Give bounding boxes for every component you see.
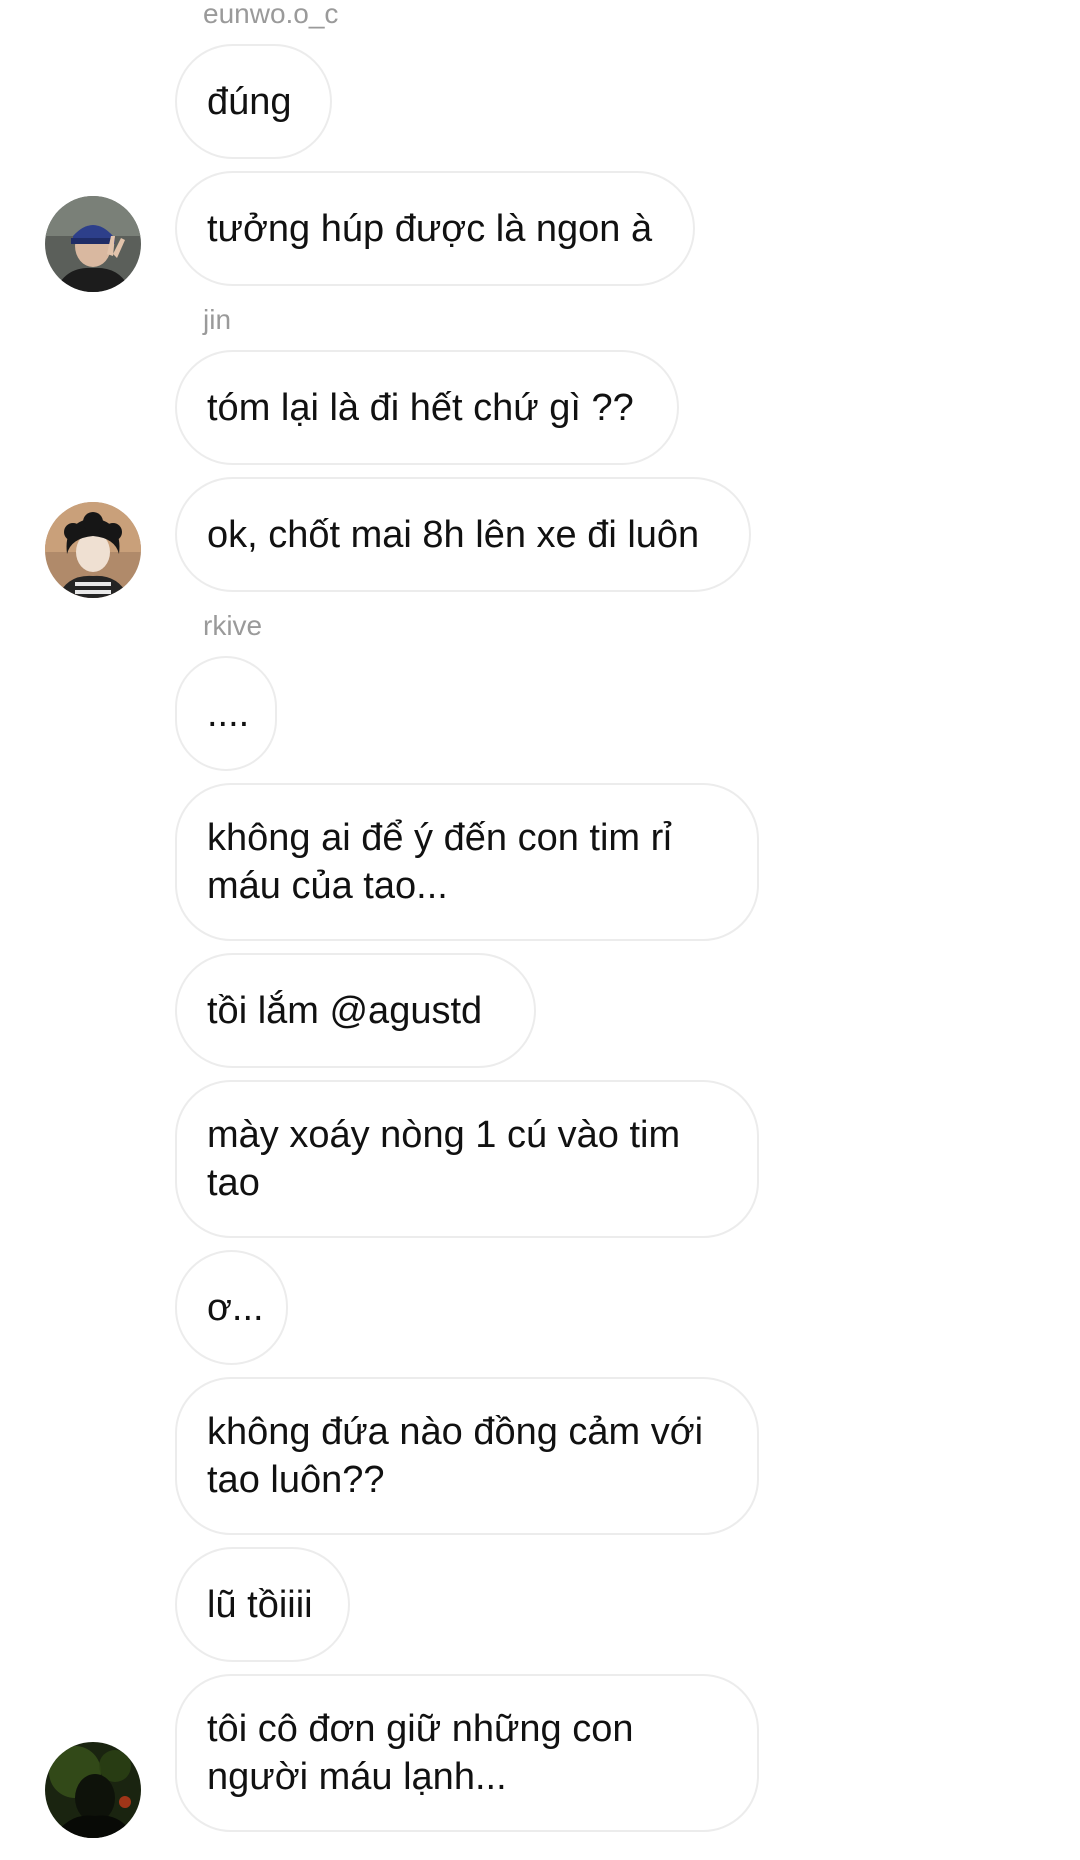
message-bubble[interactable]: đúng — [175, 44, 332, 159]
message-text: lũ tồiiii — [207, 1583, 313, 1626]
message-bubble[interactable]: tôi cô đơn giữ những con người máu lạnh.… — [175, 1674, 759, 1832]
message-bubble[interactable]: tồi lắm @agustd — [175, 953, 536, 1068]
message-bubble[interactable]: không đứa nào đồng cảm với tao luôn?? — [175, 1377, 759, 1535]
message-bubble[interactable]: lũ tồiiii — [175, 1547, 350, 1662]
message-text: tồi lắm @agustd — [207, 989, 483, 1032]
message-text: tưởng húp được là ngon à — [207, 207, 653, 250]
user-photo-avatar-blue-cap — [45, 196, 141, 292]
message-bubble[interactable]: tưởng húp được là ngon à — [175, 171, 695, 286]
user-avatar[interactable] — [45, 1742, 141, 1838]
message-text: ơ... — [207, 1286, 264, 1329]
sender-name: rkive — [203, 610, 263, 641]
user-avatar[interactable] — [45, 196, 141, 292]
user-photo-avatar-dark — [45, 1742, 141, 1838]
message-text: không đứa nào đồng cảm với tao luôn?? — [207, 1411, 704, 1501]
sender-name: jin — [203, 304, 232, 335]
message-text: ok, chốt mai 8h lên xe đi luôn — [207, 513, 700, 556]
user-avatar[interactable] — [45, 502, 141, 598]
message-bubble[interactable]: ơ... — [175, 1250, 288, 1365]
sender-name: eunwo.o_c — [203, 0, 339, 29]
chat-thread: eunwo.o_c đúng tưởng húp được là ngon à … — [0, 0, 1080, 1860]
message-bubble[interactable]: ok, chốt mai 8h lên xe đi luôn — [175, 477, 751, 592]
message-bubble[interactable]: .... — [175, 656, 277, 771]
message-text: .... — [207, 692, 250, 735]
message-bubble[interactable]: mày xoáy nòng 1 cú vào tim tao — [175, 1080, 759, 1238]
message-bubble[interactable]: tóm lại là đi hết chứ gì ?? — [175, 350, 679, 465]
message-text: tôi cô đơn giữ những con người máu lạnh.… — [207, 1708, 634, 1798]
message-bubble[interactable]: không ai để ý đến con tim rỉ máu của tao… — [175, 783, 759, 941]
user-photo-avatar-curly-hair — [45, 502, 141, 598]
message-text: mày xoáy nòng 1 cú vào tim tao — [207, 1114, 681, 1204]
message-text: không ai để ý đến con tim rỉ máu của tao… — [207, 817, 672, 907]
message-text: đúng — [207, 80, 292, 123]
message-text: tóm lại là đi hết chứ gì ?? — [207, 386, 634, 429]
